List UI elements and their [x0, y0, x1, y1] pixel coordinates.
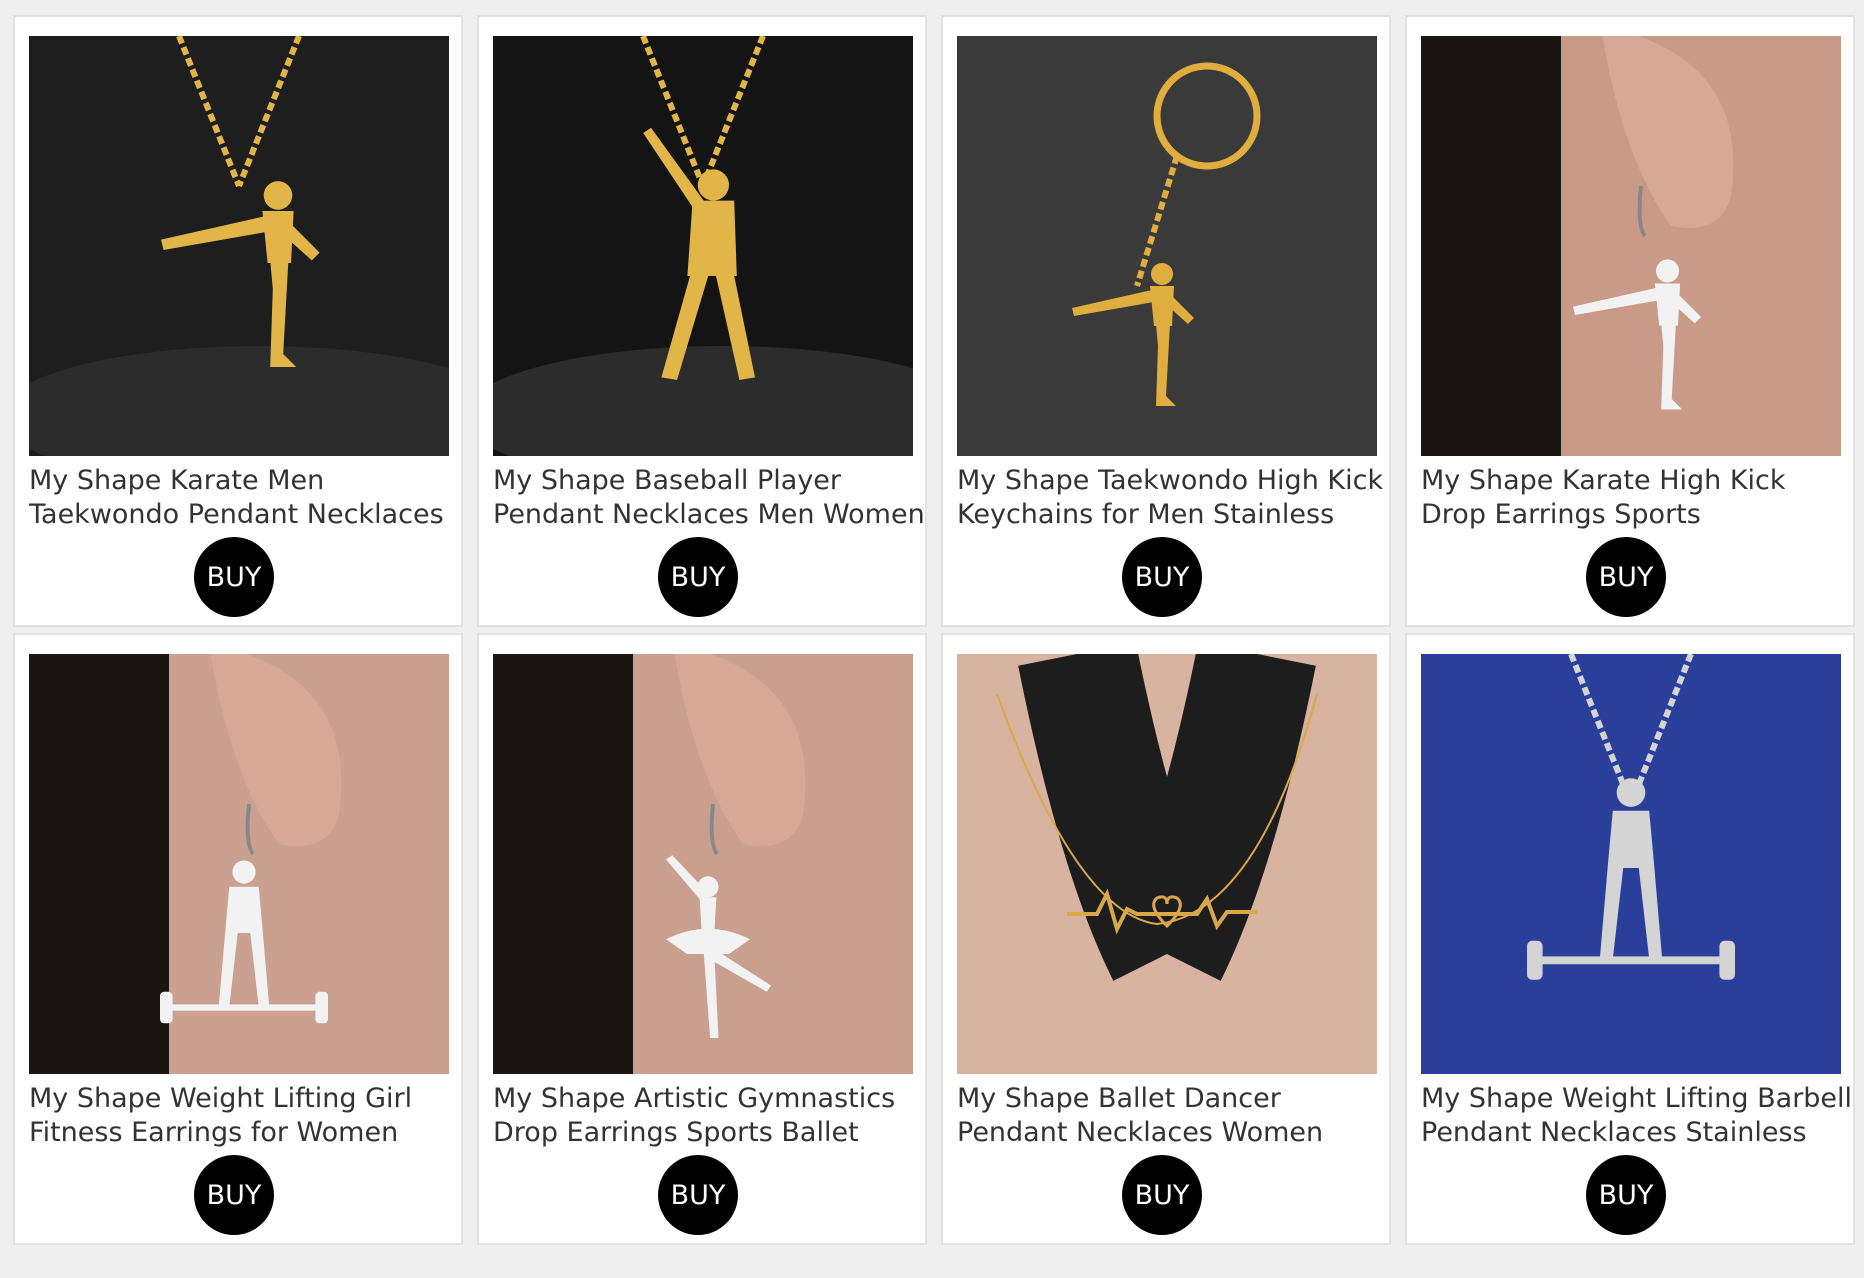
silver-ballerina-earring-icon [493, 654, 913, 1074]
product-card[interactable]: My Shape Karate High Kick Drop Earrings … [1405, 15, 1855, 627]
product-image[interactable] [957, 654, 1377, 1074]
product-title[interactable]: My Shape Taekwondo High Kick Keychains f… [957, 464, 1389, 532]
product-card[interactable]: My Shape Weight Lifting Barbell Pendant … [1405, 633, 1855, 1245]
buy-button[interactable]: BUY [1586, 1155, 1666, 1235]
product-card[interactable]: My Shape Weight Lifting Girl Fitness Ear… [13, 633, 463, 1245]
product-title[interactable]: My Shape Weight Lifting Barbell Pendant … [1421, 1082, 1853, 1150]
product-title[interactable]: My Shape Weight Lifting Girl Fitness Ear… [29, 1082, 461, 1150]
product-card[interactable]: My Shape Ballet Dancer Pendant Necklaces… [941, 633, 1391, 1245]
buy-button[interactable]: BUY [658, 537, 738, 617]
buy-button[interactable]: BUY [194, 1155, 274, 1235]
product-title[interactable]: My Shape Karate High Kick Drop Earrings … [1421, 464, 1853, 532]
buy-button[interactable]: BUY [1586, 537, 1666, 617]
buy-button[interactable]: BUY [1122, 1155, 1202, 1235]
gold-karate-kick-pendant-necklace-icon [29, 36, 449, 456]
buy-button[interactable]: BUY [1122, 537, 1202, 617]
silver-karate-kick-earring-icon [1421, 36, 1841, 456]
product-card[interactable]: My Shape Baseball Player Pendant Necklac… [477, 15, 927, 627]
product-image[interactable] [1421, 654, 1841, 1074]
gold-baseball-batter-pendant-necklace-icon [493, 36, 913, 456]
buy-button[interactable]: BUY [194, 537, 274, 617]
product-image[interactable] [493, 36, 913, 456]
product-title[interactable]: My Shape Karate Men Taekwondo Pendant Ne… [29, 464, 461, 532]
product-image[interactable] [957, 36, 1377, 456]
product-image[interactable] [1421, 36, 1841, 456]
gold-taekwondo-keychain-icon [957, 36, 1377, 456]
gold-ballet-heartbeat-necklace-icon [957, 654, 1377, 1074]
product-title[interactable]: My Shape Ballet Dancer Pendant Necklaces… [957, 1082, 1389, 1150]
buy-button[interactable]: BUY [658, 1155, 738, 1235]
product-image[interactable] [493, 654, 913, 1074]
product-card[interactable]: My Shape Artistic Gymnastics Drop Earrin… [477, 633, 927, 1245]
product-title[interactable]: My Shape Artistic Gymnastics Drop Earrin… [493, 1082, 925, 1150]
product-image[interactable] [29, 654, 449, 1074]
silver-weightlifting-girl-earring-icon [29, 654, 449, 1074]
product-title[interactable]: My Shape Baseball Player Pendant Necklac… [493, 464, 925, 532]
product-image[interactable] [29, 36, 449, 456]
product-card[interactable]: My Shape Karate Men Taekwondo Pendant Ne… [13, 15, 463, 627]
product-card[interactable]: My Shape Taekwondo High Kick Keychains f… [941, 15, 1391, 627]
silver-weightlifting-barbell-pendant-icon [1421, 654, 1841, 1074]
product-grid: My Shape Karate Men Taekwondo Pendant Ne… [13, 15, 1855, 1245]
